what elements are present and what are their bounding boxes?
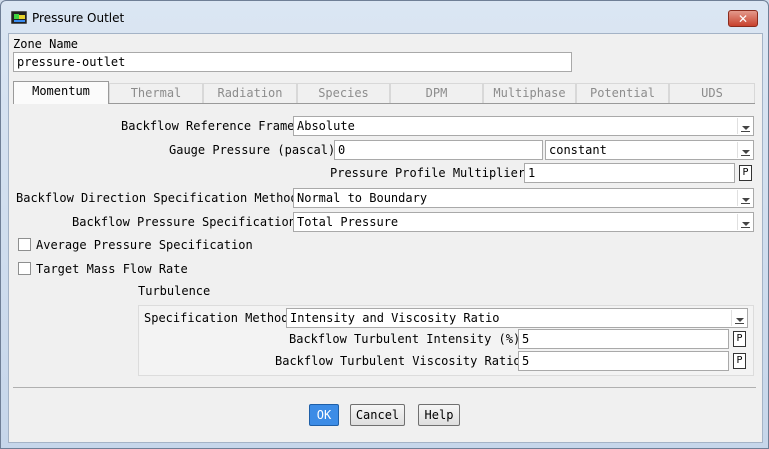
backflow-direction-label: Backflow Direction Specification Method [16, 191, 298, 205]
title-bar[interactable]: Pressure Outlet ✕ [1, 1, 768, 34]
tab-bar: Momentum Thermal Radiation Species DPM M… [13, 81, 755, 104]
backflow-reference-frame-label: Backflow Reference Frame [121, 119, 295, 133]
backflow-direction-value: Normal to Boundary [297, 191, 428, 205]
backflow-pressure-spec-dropdown[interactable]: Total Pressure [293, 212, 754, 232]
turbulence-group: Specification Method Intensity and Visco… [138, 305, 754, 376]
tab-dpm[interactable]: DPM [390, 83, 483, 103]
gauge-pressure-input[interactable]: 0 [334, 140, 543, 160]
tab-potential[interactable]: Potential [576, 83, 669, 103]
specification-method-value: Intensity and Viscosity Ratio [290, 311, 500, 325]
backflow-reference-frame-dropdown[interactable]: Absolute [293, 116, 754, 136]
cancel-button[interactable]: Cancel [350, 404, 405, 426]
backflow-reference-frame-value: Absolute [297, 119, 355, 133]
turbulent-viscosity-ratio-input[interactable]: 5 [518, 351, 729, 371]
backflow-pressure-spec-value: Total Pressure [297, 215, 399, 229]
dialog-window: Pressure Outlet ✕ Zone Name pressure-out… [0, 0, 769, 449]
chevron-down-icon[interactable] [737, 118, 752, 134]
tab-momentum[interactable]: Momentum [13, 81, 109, 104]
chevron-down-icon[interactable] [737, 190, 752, 206]
tab-species[interactable]: Species [297, 83, 390, 103]
chevron-down-icon[interactable] [731, 310, 746, 326]
tab-radiation[interactable]: Radiation [203, 83, 297, 103]
gauge-pressure-label: Gauge Pressure (pascal) [169, 143, 336, 157]
backflow-direction-dropdown[interactable]: Normal to Boundary [293, 188, 754, 208]
specification-method-label: Specification Method [144, 311, 289, 325]
tab-panel-divider [13, 103, 755, 104]
pressure-profile-multiplier-input[interactable]: 1 [524, 163, 735, 183]
target-mass-flow-checkbox[interactable] [18, 262, 31, 275]
target-mass-flow-label: Target Mass Flow Rate [36, 262, 188, 276]
zone-name-label: Zone Name [13, 37, 79, 51]
parameter-button[interactable]: P [733, 331, 746, 347]
tab-uds[interactable]: UDS [669, 83, 755, 103]
turbulent-intensity-label: Backflow Turbulent Intensity (%) [289, 332, 521, 346]
close-icon[interactable]: ✕ [728, 10, 758, 27]
dialog-body: Zone Name pressure-outlet Momentum Therm… [8, 33, 763, 443]
ok-button[interactable]: OK [309, 404, 339, 426]
parameter-button[interactable]: P [739, 165, 752, 181]
pressure-profile-multiplier-label: Pressure Profile Multiplier [330, 166, 526, 180]
backflow-pressure-spec-label: Backflow Pressure Specification [72, 215, 296, 229]
help-button[interactable]: Help [418, 404, 460, 426]
turbulent-viscosity-ratio-label: Backflow Turbulent Viscosity Ratio [275, 354, 521, 368]
turbulence-heading: Turbulence [138, 284, 211, 298]
tab-multiphase[interactable]: Multiphase [483, 83, 576, 103]
specification-method-dropdown[interactable]: Intensity and Viscosity Ratio [286, 308, 748, 328]
chevron-down-icon[interactable] [737, 142, 752, 158]
gauge-pressure-method-dropdown[interactable]: constant [545, 140, 754, 160]
average-pressure-label: Average Pressure Specification [36, 238, 253, 252]
zone-name-input[interactable]: pressure-outlet [13, 52, 572, 72]
turbulent-intensity-input[interactable]: 5 [518, 329, 729, 349]
average-pressure-checkbox[interactable] [18, 238, 31, 251]
fluent-app-icon [11, 11, 27, 24]
tab-thermal[interactable]: Thermal [109, 83, 203, 103]
window-title: Pressure Outlet [32, 11, 125, 25]
button-separator [13, 387, 756, 388]
chevron-down-icon[interactable] [737, 214, 752, 230]
parameter-button[interactable]: P [733, 353, 746, 369]
gauge-pressure-method-value: constant [549, 143, 607, 157]
